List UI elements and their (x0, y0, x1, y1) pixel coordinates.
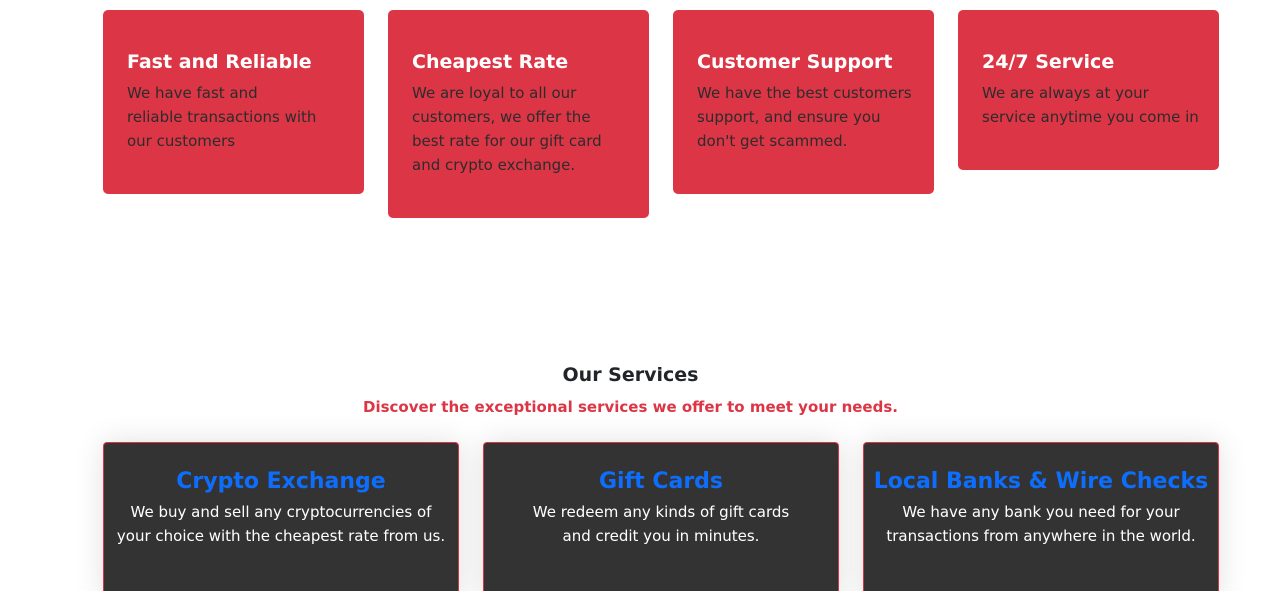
feature-title: Cheapest Rate (412, 51, 569, 73)
feature-text: We are loyal to all our customers, we of… (412, 84, 602, 174)
feature-card-fast-reliable: Fast and Reliable We have fast and relia… (103, 10, 364, 194)
services-subheading: Discover the exceptional services we off… (363, 398, 898, 416)
service-title[interactable]: Crypto Exchange (104, 467, 458, 497)
feature-text: We have fast and reliable transactions w… (127, 84, 317, 150)
feature-card-cheapest-rate: Cheapest Rate We are loyal to all our cu… (388, 10, 649, 218)
service-title[interactable]: Gift Cards (484, 467, 838, 497)
feature-title: Customer Support (697, 51, 893, 73)
feature-title: 24/7 Service (982, 51, 1115, 73)
service-text: We have any bank you need for your trans… (886, 503, 1196, 545)
service-text: We buy and sell any cryptocurrencies of … (116, 503, 446, 545)
feature-title: Fast and Reliable (127, 51, 312, 73)
service-title[interactable]: Local Banks & Wire Checks (864, 467, 1218, 497)
feature-text: We are always at your service anytime yo… (982, 84, 1199, 126)
feature-text: We have the best customers support, and … (697, 84, 912, 150)
services-heading: Our Services (562, 364, 699, 386)
service-text: We redeem any kinds of gift cards and cr… (532, 503, 790, 545)
feature-card-customer-support: Customer Support We have the best custom… (673, 10, 934, 194)
page: Fast and Reliable We have fast and relia… (0, 0, 1261, 591)
service-card-crypto-exchange: Crypto Exchange We buy and sell any cryp… (103, 442, 459, 591)
services-row: Crypto Exchange We buy and sell any cryp… (103, 442, 1219, 591)
service-card-local-banks: Local Banks & Wire Checks We have any ba… (863, 442, 1219, 591)
feature-card-24-7-service: 24/7 Service We are always at your servi… (958, 10, 1219, 170)
service-card-gift-cards: Gift Cards We redeem any kinds of gift c… (483, 442, 839, 591)
